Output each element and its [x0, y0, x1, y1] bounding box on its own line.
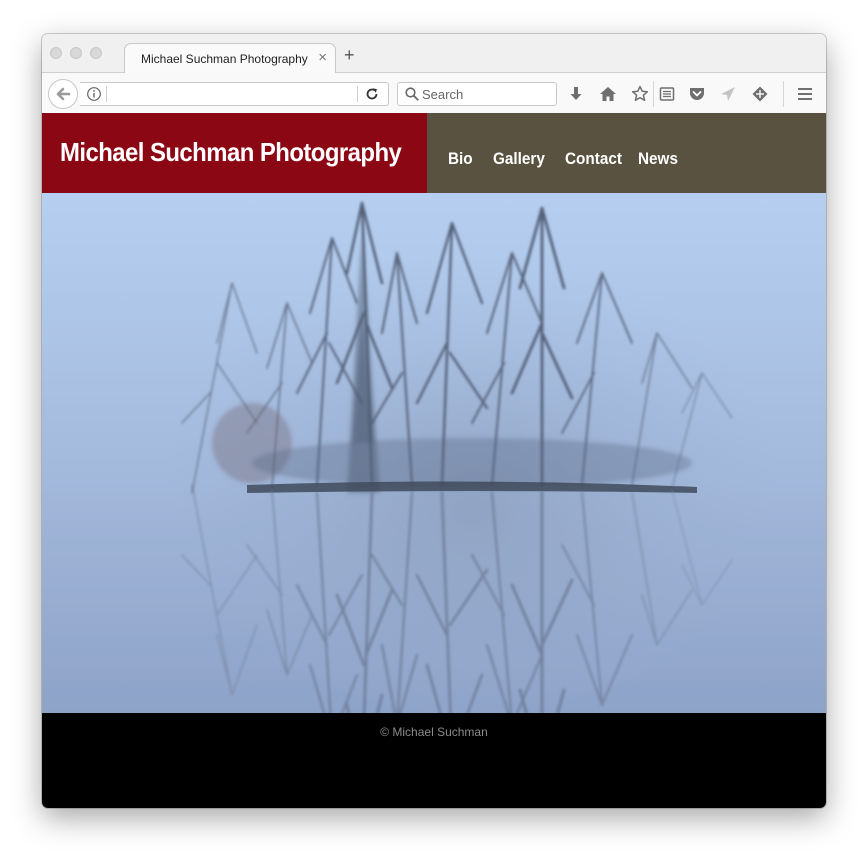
pocket-icon[interactable]	[687, 84, 707, 104]
back-arrow-icon	[56, 87, 71, 101]
tab-strip: Michael Suchman Photography × +	[42, 34, 826, 73]
web-page: Michael Suchman Photography Bio Gallery …	[42, 113, 826, 808]
reload-separator	[357, 86, 358, 102]
site-header-brand: Michael Suchman Photography	[42, 113, 427, 193]
site-title[interactable]: Michael Suchman Photography	[60, 137, 402, 168]
toolbar-separator	[783, 81, 784, 107]
home-icon[interactable]	[598, 84, 618, 104]
toolbar-separator	[653, 81, 654, 107]
tab-close-icon[interactable]: ×	[318, 49, 327, 67]
info-icon[interactable]	[86, 86, 102, 102]
site-nav: Bio Gallery Contact News	[427, 113, 826, 193]
bookmark-star-icon[interactable]	[630, 84, 650, 104]
nav-link-news[interactable]: News	[638, 149, 678, 169]
nav-link-bio[interactable]: Bio	[448, 149, 473, 169]
search-icon	[405, 87, 419, 101]
download-icon[interactable]	[566, 84, 586, 104]
close-window-button[interactable]	[50, 47, 62, 59]
nav-link-gallery[interactable]: Gallery	[493, 149, 545, 169]
back-button[interactable]	[48, 79, 78, 109]
reload-icon[interactable]	[364, 86, 380, 102]
sync-icon[interactable]	[750, 84, 770, 104]
hero-photo-foggy-island	[42, 193, 826, 713]
hamburger-menu-icon[interactable]	[795, 84, 815, 104]
reading-list-icon[interactable]	[657, 84, 677, 104]
new-tab-button[interactable]: +	[344, 46, 355, 64]
browser-window: Michael Suchman Photography × + Search M…	[42, 34, 826, 808]
browser-tab[interactable]: Michael Suchman Photography ×	[124, 43, 336, 73]
nav-link-contact[interactable]: Contact	[565, 149, 622, 169]
footer-overflow-text	[42, 803, 826, 808]
tab-title: Michael Suchman Photography	[141, 52, 308, 66]
zoom-window-button[interactable]	[90, 47, 102, 59]
minimize-window-button[interactable]	[70, 47, 82, 59]
url-separator	[106, 86, 107, 102]
footer-copyright: © Michael Suchman	[380, 725, 488, 739]
url-bar[interactable]	[80, 82, 389, 106]
search-input[interactable]	[422, 85, 552, 103]
send-icon[interactable]	[718, 84, 738, 104]
navigation-toolbar	[42, 73, 826, 114]
search-bar[interactable]	[397, 82, 557, 106]
